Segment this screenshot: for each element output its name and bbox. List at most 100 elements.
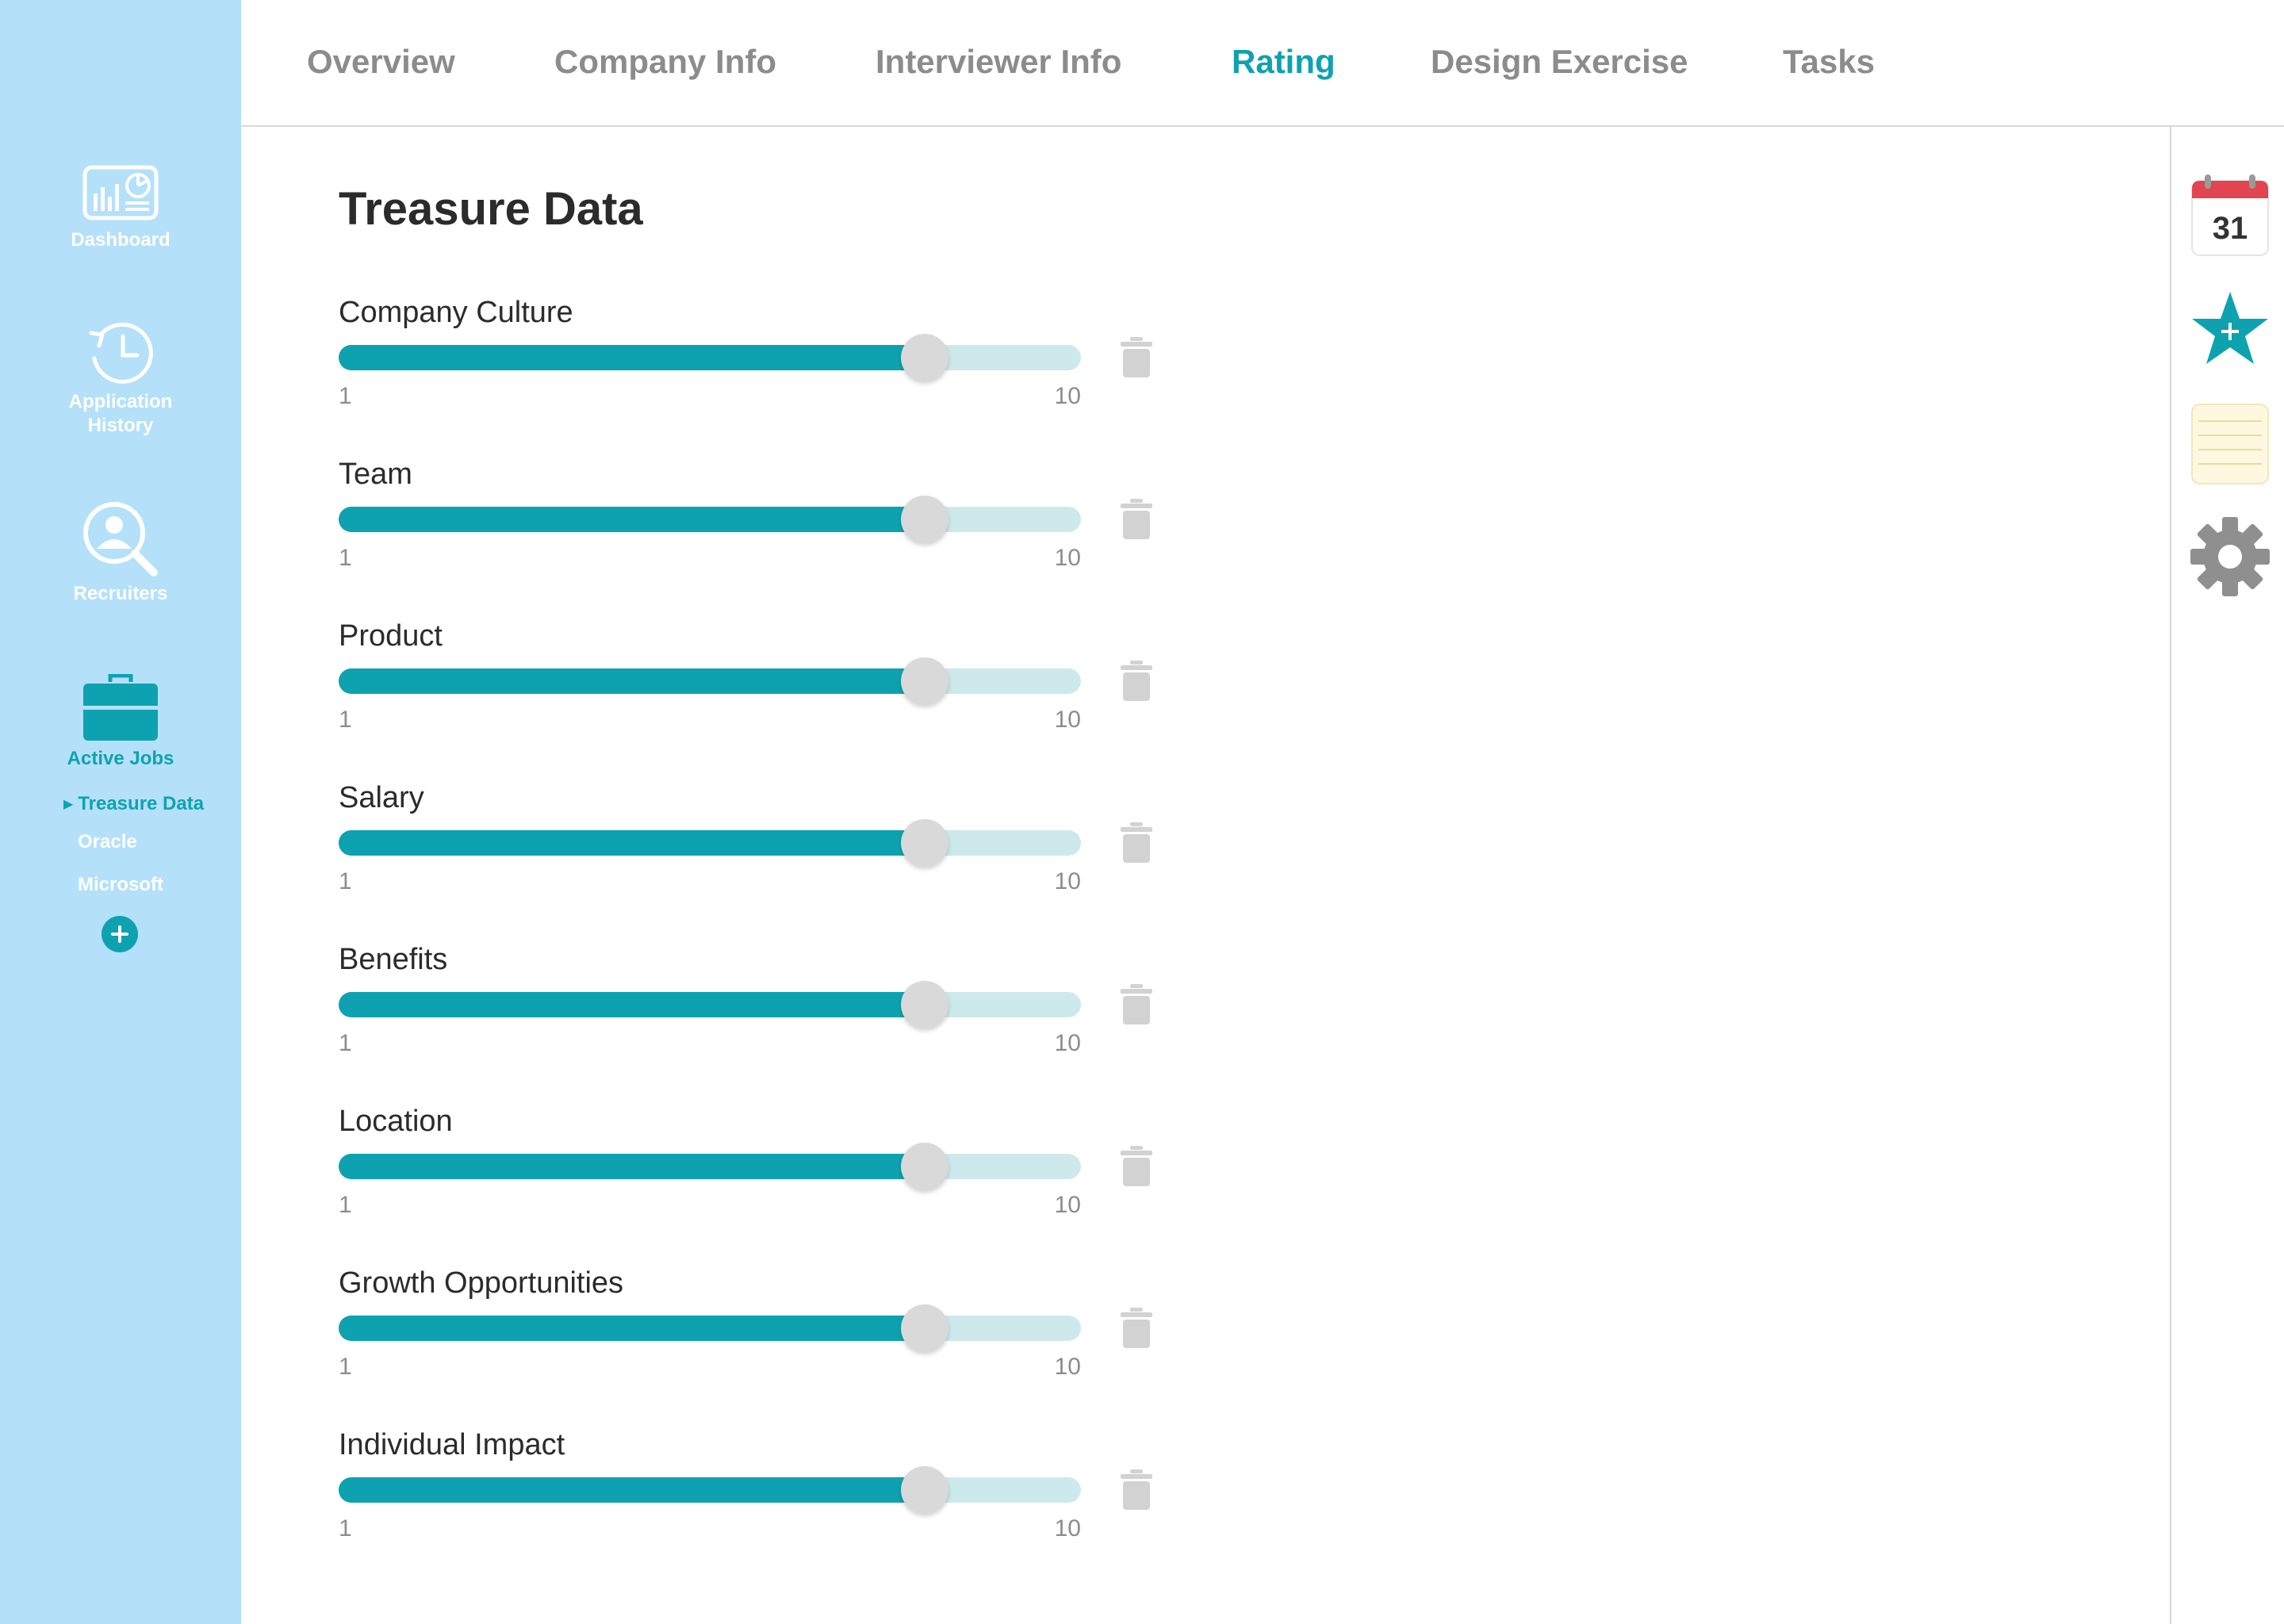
rating-label: Product bbox=[339, 619, 443, 653]
rating-row: Benefits 1 10 bbox=[339, 943, 1171, 1086]
rating-row: Growth Opportunities 1 10 bbox=[339, 1266, 1171, 1409]
history-clock-icon bbox=[89, 322, 153, 384]
sidebar-item-recruiters[interactable]: Recruiters bbox=[0, 500, 241, 606]
calendar-day: 31 bbox=[2212, 211, 2248, 246]
tab-interviewer-info[interactable]: Interviewer Info bbox=[876, 43, 1121, 81]
slider-fill bbox=[339, 1477, 934, 1503]
slider-min-label: 1 bbox=[339, 1354, 352, 1380]
rating-row: Team 1 10 bbox=[339, 458, 1171, 600]
slider-thumb[interactable] bbox=[901, 1143, 948, 1190]
job-item-treasure-data[interactable]: ▶ Treasure Data bbox=[63, 793, 204, 815]
gear-icon bbox=[2190, 517, 2270, 596]
notes-button[interactable] bbox=[2190, 403, 2270, 489]
slider-thumb[interactable] bbox=[901, 496, 948, 543]
slider-thumb[interactable] bbox=[901, 819, 948, 867]
rating-slider[interactable] bbox=[339, 819, 1081, 867]
slider-min-label: 1 bbox=[339, 1192, 352, 1218]
slider-max-label: 10 bbox=[1054, 1192, 1081, 1218]
sidebar: Dashboard Application History Recruiters… bbox=[0, 0, 241, 1624]
trash-icon[interactable] bbox=[1119, 822, 1154, 864]
slider-fill bbox=[339, 992, 934, 1017]
caret-right-icon: ▶ bbox=[63, 798, 74, 811]
slider-max-label: 10 bbox=[1054, 1030, 1081, 1056]
sidebar-item-dashboard[interactable]: Dashboard bbox=[0, 165, 241, 252]
rating-row: Location 1 10 bbox=[339, 1105, 1171, 1247]
slider-min-label: 1 bbox=[339, 1515, 352, 1542]
rating-label: Individual Impact bbox=[339, 1428, 565, 1461]
rating-label: Growth Opportunities bbox=[339, 1266, 624, 1300]
rating-slider[interactable] bbox=[339, 334, 1081, 381]
recruiter-search-icon bbox=[83, 502, 158, 576]
calendar-button[interactable]: 31 bbox=[2190, 174, 2270, 261]
sidebar-item-label: Application History bbox=[68, 391, 173, 436]
tab-rating[interactable]: Rating bbox=[1232, 43, 1336, 81]
slider-min-label: 1 bbox=[339, 868, 352, 894]
slider-max-label: 10 bbox=[1054, 707, 1081, 733]
slider-min-label: 1 bbox=[339, 545, 352, 571]
trash-icon[interactable] bbox=[1119, 1308, 1154, 1349]
rating-slider[interactable] bbox=[339, 657, 1081, 705]
slider-min-label: 1 bbox=[339, 383, 352, 409]
sidebar-item-label: Dashboard bbox=[71, 229, 171, 251]
slider-max-label: 10 bbox=[1054, 868, 1081, 894]
rating-slider[interactable] bbox=[339, 1304, 1081, 1352]
rating-row: Company Culture 1 10 bbox=[339, 296, 1171, 439]
trash-icon[interactable] bbox=[1119, 1146, 1154, 1187]
star-plus-icon bbox=[2192, 292, 2268, 364]
rating-slider[interactable] bbox=[339, 981, 1081, 1028]
tab-tasks[interactable]: Tasks bbox=[1783, 43, 1875, 81]
sidebar-item-label: Active Jobs bbox=[67, 748, 174, 769]
rating-label: Team bbox=[339, 458, 412, 491]
slider-thumb[interactable] bbox=[901, 657, 948, 705]
slider-thumb[interactable] bbox=[901, 1304, 948, 1352]
slider-max-label: 10 bbox=[1054, 383, 1081, 409]
slider-min-label: 1 bbox=[339, 1030, 352, 1056]
job-item-microsoft[interactable]: Microsoft bbox=[78, 874, 163, 896]
tab-bar: Overview Company Info Interviewer Info R… bbox=[241, 0, 2284, 127]
rating-slider[interactable] bbox=[339, 1466, 1081, 1514]
job-item-label: Microsoft bbox=[78, 874, 163, 895]
rating-row: Salary 1 10 bbox=[339, 781, 1171, 924]
slider-fill bbox=[339, 1316, 934, 1341]
trash-icon[interactable] bbox=[1119, 499, 1154, 540]
trash-icon[interactable] bbox=[1119, 337, 1154, 378]
job-item-label: Treasure Data bbox=[78, 793, 205, 814]
slider-thumb[interactable] bbox=[901, 1466, 948, 1514]
sidebar-item-label: Recruiters bbox=[73, 583, 168, 604]
tab-design-exercise[interactable]: Design Exercise bbox=[1431, 43, 1688, 81]
rating-label: Location bbox=[339, 1105, 453, 1138]
rating-slider[interactable] bbox=[339, 1143, 1081, 1190]
tab-overview[interactable]: Overview bbox=[307, 43, 455, 81]
add-job-button[interactable] bbox=[102, 916, 138, 952]
slider-min-label: 1 bbox=[339, 707, 352, 733]
rating-label: Salary bbox=[339, 781, 424, 814]
rating-label: Company Culture bbox=[339, 296, 573, 329]
job-item-label: Oracle bbox=[78, 831, 137, 852]
job-item-oracle[interactable]: Oracle bbox=[78, 831, 137, 853]
slider-fill bbox=[339, 1154, 934, 1179]
slider-fill bbox=[339, 830, 934, 856]
settings-button[interactable] bbox=[2190, 517, 2270, 600]
trash-icon[interactable] bbox=[1119, 984, 1154, 1025]
slider-fill bbox=[339, 345, 934, 370]
trash-icon[interactable] bbox=[1119, 1469, 1154, 1511]
slider-max-label: 10 bbox=[1054, 545, 1081, 571]
trash-icon[interactable] bbox=[1119, 661, 1154, 702]
slider-fill bbox=[339, 507, 934, 532]
slider-thumb[interactable] bbox=[901, 334, 948, 381]
sidebar-item-application-history[interactable]: Application History bbox=[0, 319, 241, 438]
sidebar-item-active-jobs[interactable]: Active Jobs bbox=[0, 674, 241, 771]
briefcase-icon bbox=[83, 674, 158, 741]
page-title: Treasure Data bbox=[339, 183, 643, 235]
right-tool-rail: 31 bbox=[2170, 127, 2284, 1624]
slider-thumb[interactable] bbox=[901, 981, 948, 1028]
rating-slider[interactable] bbox=[339, 496, 1081, 543]
notepad-icon bbox=[2191, 404, 2269, 485]
rating-label: Benefits bbox=[339, 943, 448, 976]
slider-max-label: 10 bbox=[1054, 1515, 1081, 1542]
slider-max-label: 10 bbox=[1054, 1354, 1081, 1380]
slider-fill bbox=[339, 668, 934, 694]
rating-row: Product 1 10 bbox=[339, 619, 1171, 762]
favorite-add-button[interactable] bbox=[2190, 290, 2270, 370]
tab-company-info[interactable]: Company Info bbox=[554, 43, 776, 81]
